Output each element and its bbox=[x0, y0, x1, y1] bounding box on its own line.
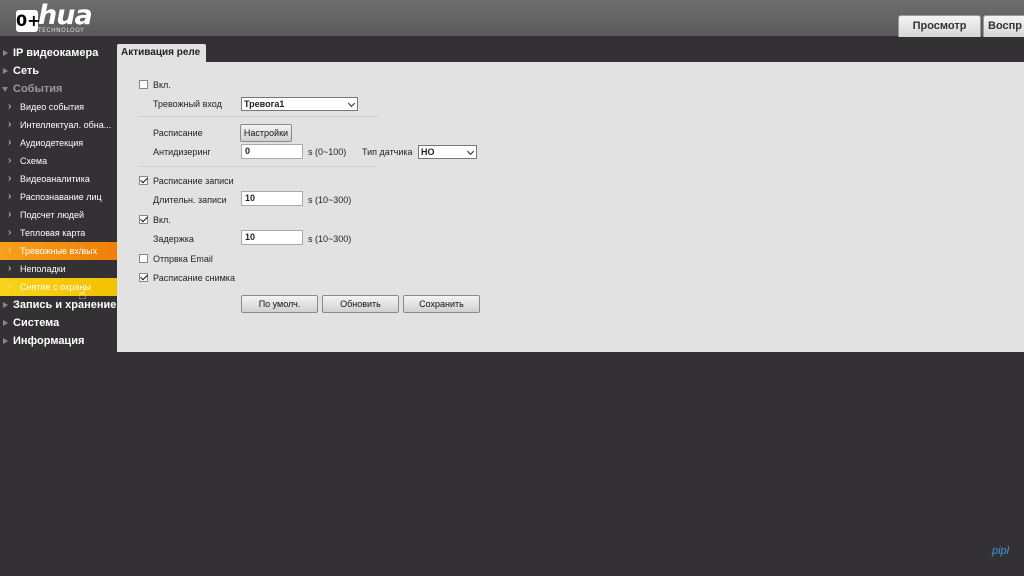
divider bbox=[138, 166, 378, 167]
sidebar-item-people-counting[interactable]: › Подсчет людей bbox=[0, 206, 117, 224]
snapshot-schedule-checkbox[interactable] bbox=[139, 273, 148, 282]
expand-arrow-icon bbox=[3, 338, 8, 344]
sidebar-item-scheme[interactable]: › Схема bbox=[0, 152, 117, 170]
expand-arrow-icon bbox=[3, 302, 8, 308]
chevron-right-icon: › bbox=[8, 101, 12, 112]
logo-subtitle: TECHNOLOGY bbox=[38, 27, 85, 34]
send-email-label: Отпрвка Email bbox=[153, 254, 213, 264]
tab-live-view[interactable]: Просмотр bbox=[898, 15, 981, 37]
chevron-right-icon: › bbox=[8, 227, 12, 238]
sidebar-item-video-analytics[interactable]: › Видеоаналитика bbox=[0, 170, 117, 188]
delay-label: Задержка bbox=[153, 234, 194, 244]
chevron-right-icon: › bbox=[8, 155, 12, 166]
tab-playback[interactable]: Воспр bbox=[983, 15, 1024, 37]
chevron-right-icon: › bbox=[8, 209, 12, 220]
expand-arrow-icon bbox=[3, 68, 8, 74]
record-duration-unit: s (10~300) bbox=[308, 195, 352, 205]
enable-checkbox[interactable] bbox=[139, 80, 148, 89]
top-header: 0+ hua TECHNOLOGY Просмотр Воспр bbox=[0, 0, 1024, 37]
sidebar-item-heat-map[interactable]: › Тепловая карта bbox=[0, 224, 117, 242]
chevron-right-icon: › bbox=[8, 263, 12, 274]
antidither-label: Антидизеринг bbox=[153, 147, 211, 157]
sidebar-item-face-recognition[interactable]: › Распознавание лиц bbox=[0, 188, 117, 206]
tab-relay-activation[interactable]: Активация реле bbox=[117, 44, 206, 63]
send-email-checkbox[interactable] bbox=[139, 254, 148, 263]
sidebar-item-alarm-io[interactable]: › Тревожные вх/вых bbox=[0, 242, 117, 260]
chevron-right-icon: › bbox=[8, 191, 12, 202]
schedule-label: Расписание bbox=[153, 128, 203, 138]
refresh-button[interactable]: Обновить bbox=[322, 295, 399, 313]
chevron-right-icon: › bbox=[8, 281, 12, 292]
chevron-right-icon: › bbox=[8, 137, 12, 148]
sidebar-item-video-events[interactable]: › Видео события bbox=[0, 98, 117, 116]
sidebar-group-storage[interactable]: Запись и хранение bbox=[0, 296, 117, 314]
chevron-right-icon: › bbox=[8, 173, 12, 184]
alarm-input-label: Тревожный вход bbox=[153, 99, 222, 109]
divider bbox=[138, 116, 378, 117]
default-button[interactable]: По умолч. bbox=[241, 295, 318, 313]
watermark: pipl bbox=[992, 545, 1010, 557]
age-rating-badge: 0+ bbox=[16, 10, 41, 32]
collapse-arrow-icon bbox=[2, 87, 8, 92]
sidebar-group-system[interactable]: Система bbox=[0, 314, 117, 332]
save-button[interactable]: Сохранить bbox=[403, 295, 480, 313]
expand-arrow-icon bbox=[3, 50, 8, 56]
sensor-type-select[interactable]: НО bbox=[418, 145, 477, 159]
relay-enable-label: Вкл. bbox=[153, 215, 171, 225]
record-duration-label: Длительн. записи bbox=[153, 195, 227, 205]
sidebar-item-audio-detection[interactable]: › Аудиодетекция bbox=[0, 134, 117, 152]
sidebar-item-disarm[interactable]: › Снятие с охраны bbox=[0, 278, 117, 296]
record-schedule-checkbox[interactable] bbox=[139, 176, 148, 185]
expand-arrow-icon bbox=[3, 320, 8, 326]
chevron-right-icon: › bbox=[8, 245, 12, 256]
sensor-type-label: Тип датчика bbox=[362, 147, 413, 157]
sidebar-item-faults[interactable]: › Неполадки bbox=[0, 260, 117, 278]
sidebar-group-events[interactable]: События bbox=[0, 80, 117, 98]
delay-input[interactable]: 10 bbox=[241, 230, 303, 245]
relay-enable-checkbox[interactable] bbox=[139, 215, 148, 224]
record-schedule-label: Расписание записи bbox=[153, 176, 234, 186]
chevron-down-icon bbox=[347, 99, 356, 108]
sidebar-item-smart-detection[interactable]: › Интеллектуал. обна... bbox=[0, 116, 117, 134]
hand-cursor-icon: ☝ bbox=[78, 286, 87, 302]
enable-label: Вкл. bbox=[153, 80, 171, 90]
sidebar-group-info[interactable]: Информация bbox=[0, 332, 117, 350]
chevron-down-icon bbox=[466, 147, 475, 156]
alarm-input-select[interactable]: Тревога1 bbox=[241, 97, 358, 111]
sidebar-group-network[interactable]: Сеть bbox=[0, 62, 117, 80]
record-duration-input[interactable]: 10 bbox=[241, 191, 303, 206]
chevron-right-icon: › bbox=[8, 119, 12, 130]
delay-unit: s (10~300) bbox=[308, 234, 352, 244]
antidither-input[interactable]: 0 bbox=[241, 144, 303, 159]
settings-button[interactable]: Настройки bbox=[240, 124, 292, 142]
sidebar-group-ip-camera[interactable]: IP видеокамера bbox=[0, 44, 117, 62]
sidebar: IP видеокамера Сеть События › Видео событ… bbox=[0, 44, 117, 350]
snapshot-schedule-label: Расписание снимка bbox=[153, 273, 235, 283]
antidither-unit: s (0~100) bbox=[308, 147, 347, 157]
